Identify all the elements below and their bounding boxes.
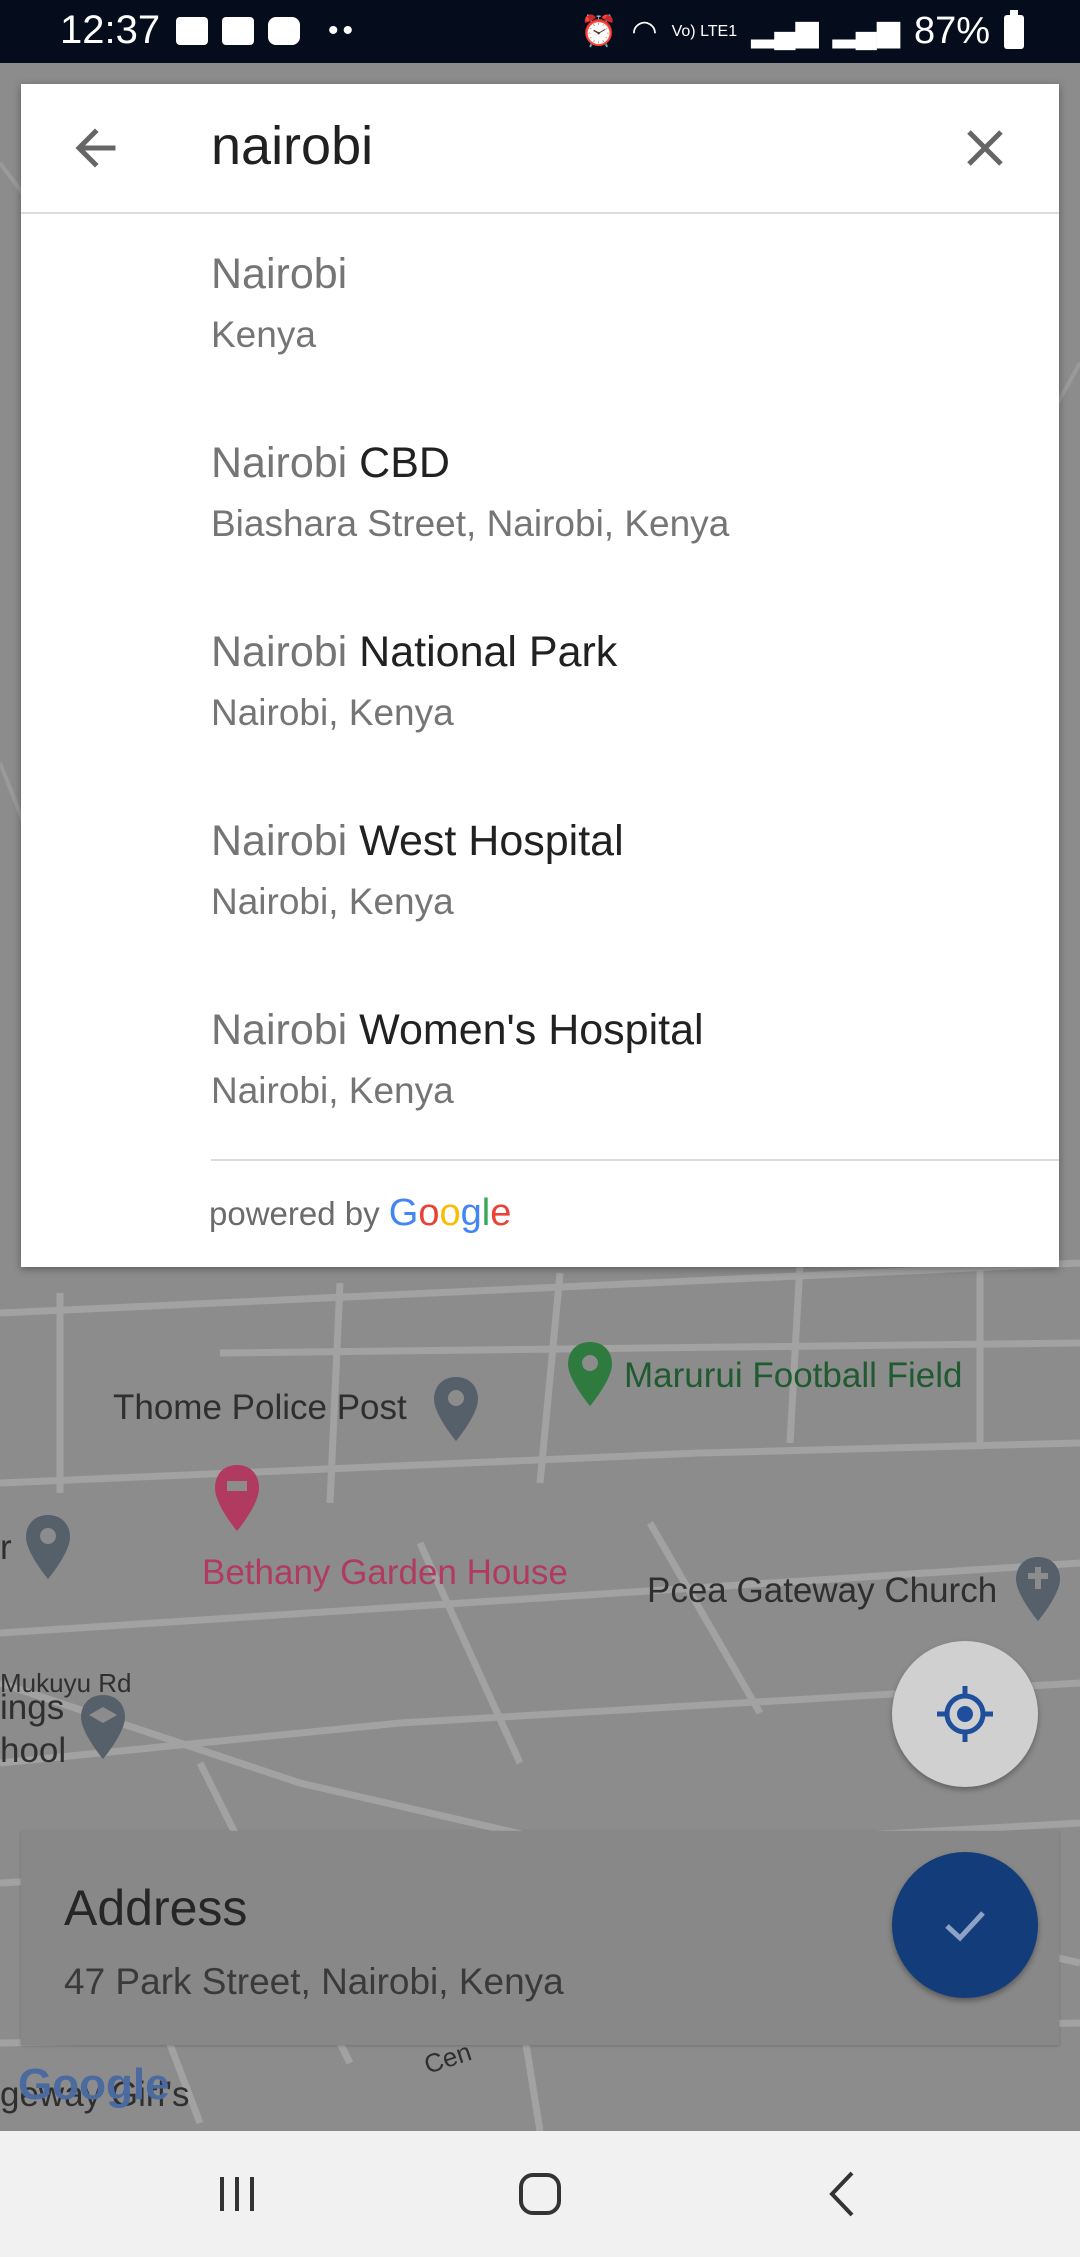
- park-pin-icon[interactable]: [566, 1340, 614, 1410]
- suggestion-title: Nairobi Women's Hospital: [211, 1006, 704, 1055]
- suggestion-match: Nairobi: [211, 250, 348, 298]
- suggestion-subtitle: Kenya: [211, 314, 316, 355]
- place-pin-icon[interactable]: [24, 1513, 72, 1583]
- address-title: Address: [64, 1880, 248, 1936]
- map-label-pcea[interactable]: Pcea Gateway Church: [647, 1571, 997, 1611]
- battery-percent: 87%: [913, 10, 990, 52]
- police-pin-icon[interactable]: [432, 1375, 480, 1445]
- google-map-logo: Google: [18, 2060, 170, 2109]
- signal-icon-2: ▂▄▆: [832, 15, 900, 48]
- suggestion-title: Nairobi National Park: [211, 628, 617, 677]
- home-icon[interactable]: [505, 2159, 575, 2229]
- suggestion-rest: Women's Hospital: [347, 1006, 704, 1054]
- recent-apps-icon[interactable]: [202, 2159, 272, 2229]
- suggestion-item[interactable]: Nairobi National Park Nairobi, Kenya: [21, 590, 1059, 779]
- youtube-notification-icon: [268, 17, 300, 45]
- navigation-bar: [0, 2131, 1080, 2257]
- suggestion-item[interactable]: Nairobi CBD Biashara Street, Nairobi, Ke…: [21, 401, 1059, 590]
- gallery-notification-icon: [176, 17, 208, 45]
- suggestion-subtitle: Biashara Street, Nairobi, Kenya: [211, 503, 730, 544]
- search-bar: [21, 84, 1059, 214]
- powered-by-text: powered by: [209, 1195, 380, 1232]
- suggestion-rest: CBD: [347, 439, 450, 487]
- check-icon: [945, 1911, 985, 1942]
- suggestion-subtitle: Nairobi, Kenya: [211, 692, 454, 733]
- confirm-location-button[interactable]: [892, 1852, 1038, 1998]
- map-label-marurui[interactable]: Marurui Football Field: [624, 1356, 962, 1396]
- suggestion-match: Nairobi: [211, 817, 348, 865]
- signal-icon: ▂▄▆: [751, 15, 819, 48]
- map-label-bethany[interactable]: Bethany Garden House: [202, 1553, 568, 1593]
- suggestion-subtitle: Nairobi, Kenya: [211, 1070, 454, 1111]
- wifi-icon: ◠: [631, 15, 658, 48]
- map-label-ings: ings: [0, 1688, 65, 1727]
- close-icon[interactable]: [955, 118, 1015, 178]
- status-time: 12:37: [60, 8, 161, 52]
- search-panel: Nairobi Kenya Nairobi CBD Biashara Stree…: [21, 84, 1059, 1267]
- system-icons: ⏰ ◠ Vo) LTE1 ▂▄▆ ▂▄▆ 87%: [580, 9, 1024, 53]
- status-bar: 12:37 •• ⏰ ◠ Vo) LTE1 ▂▄▆ ▂▄▆ 87%: [0, 0, 1080, 63]
- suggestion-item[interactable]: Nairobi Kenya: [21, 212, 1059, 401]
- more-notifications-icon: ••: [328, 14, 358, 47]
- volte-label: Vo) LTE1: [671, 22, 738, 40]
- map-label-thome[interactable]: Thome Police Post: [113, 1388, 407, 1428]
- alarm-icon: ⏰: [580, 15, 618, 48]
- back-nav-icon[interactable]: [808, 2159, 878, 2229]
- address-value: 47 Park Street, Nairobi, Kenya: [64, 1961, 564, 2002]
- divider: [211, 1159, 1059, 1161]
- church-pin-icon[interactable]: [1014, 1555, 1062, 1625]
- suggestion-title: Nairobi West Hospital: [211, 817, 624, 866]
- suggestion-title: Nairobi CBD: [211, 439, 450, 488]
- map-label-hool: hool: [0, 1731, 67, 1770]
- lodging-pin-icon[interactable]: [212, 1463, 262, 1535]
- suggestion-rest: West Hospital: [347, 817, 624, 865]
- notification-icons: ••: [176, 14, 357, 48]
- crosshair-icon: [937, 1686, 993, 1742]
- google-logo: Google: [388, 1192, 512, 1234]
- suggestion-title: Nairobi: [211, 250, 347, 299]
- my-location-button[interactable]: [892, 1641, 1038, 1787]
- suggestion-item[interactable]: Nairobi Women's Hospital Nairobi, Kenya: [21, 968, 1059, 1157]
- map-label-r: r: [0, 1528, 12, 1567]
- school-pin-icon[interactable]: [79, 1693, 127, 1763]
- suggestion-item[interactable]: Nairobi West Hospital Nairobi, Kenya: [21, 779, 1059, 968]
- suggestion-match: Nairobi: [211, 628, 348, 676]
- suggestion-match: Nairobi: [211, 1006, 348, 1054]
- powered-by-google: powered by Google: [209, 1192, 511, 1235]
- news-notification-icon: [222, 17, 254, 45]
- search-input[interactable]: [211, 106, 931, 186]
- suggestion-match: Nairobi: [211, 439, 348, 487]
- arrow-left-icon[interactable]: [67, 118, 127, 178]
- suggestion-rest: National Park: [347, 628, 618, 676]
- suggestion-subtitle: Nairobi, Kenya: [211, 881, 454, 922]
- battery-icon: [1004, 9, 1024, 49]
